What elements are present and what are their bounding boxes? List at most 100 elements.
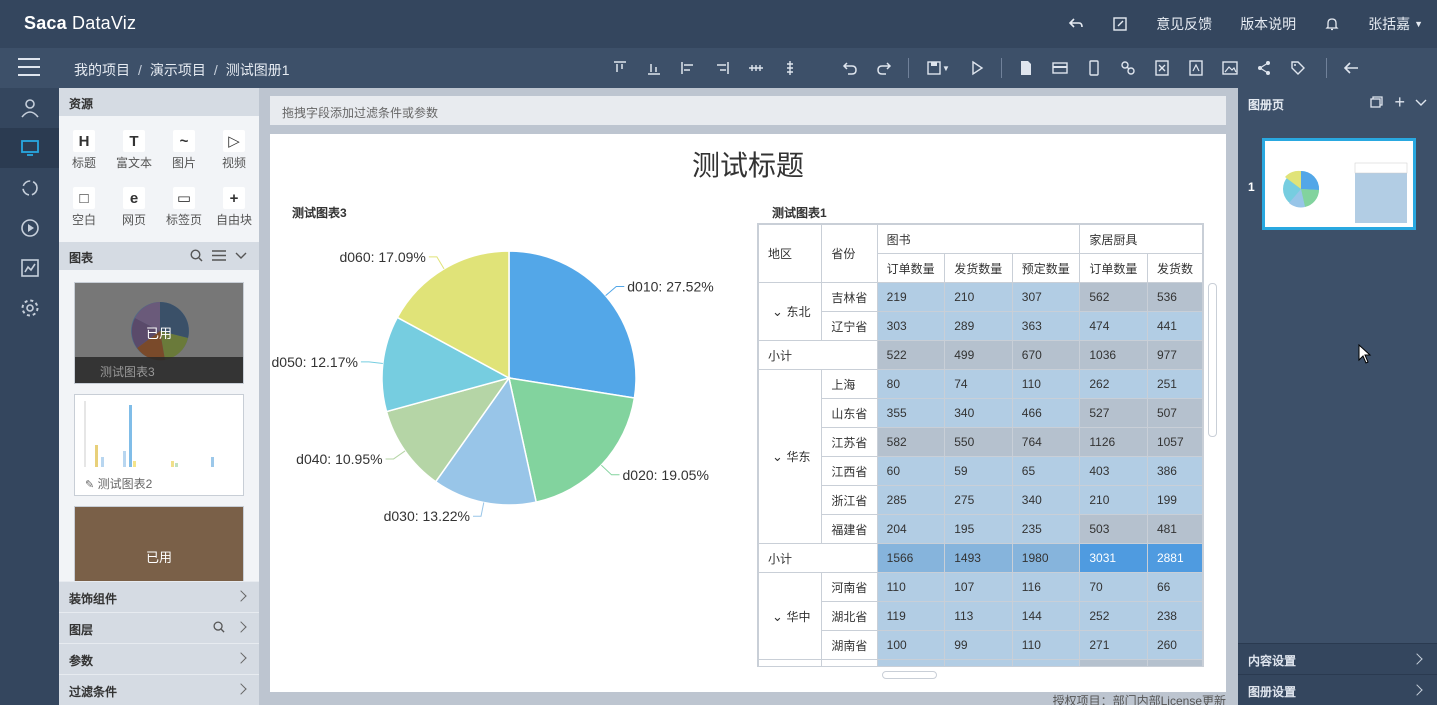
save-icon[interactable]: ▼ <box>923 58 953 78</box>
value-cell[interactable]: 481 <box>1146 514 1203 544</box>
value-cell[interactable]: 251 <box>1146 369 1203 399</box>
value-cell[interactable]: 195 <box>944 514 1013 544</box>
menu-toggle-icon[interactable] <box>18 58 40 78</box>
value-cell[interactable]: 285 <box>876 485 946 515</box>
value-cell[interactable]: 527 <box>1079 398 1148 428</box>
filter-dropzone[interactable]: 拖拽字段添加过滤条件或参数 <box>270 96 1226 125</box>
region-cell[interactable]: ⌄ 东北 <box>758 282 823 341</box>
chevron-down-icon[interactable] <box>235 249 247 264</box>
measure-header[interactable]: 订单数量 <box>876 253 946 283</box>
list-icon[interactable] <box>212 249 226 265</box>
breadcrumb-item[interactable]: 我的项目 <box>74 62 130 78</box>
value-cell[interactable]: 204 <box>876 514 946 544</box>
province-cell[interactable]: 上海 <box>821 369 878 399</box>
add-page-icon[interactable]: + <box>1394 93 1405 111</box>
region-header[interactable]: 地区 <box>758 224 823 283</box>
value-cell[interactable]: 210 <box>944 282 1013 312</box>
chart-thumbnail[interactable]: 已用 测试图表3 <box>74 282 244 384</box>
value-cell[interactable] <box>1079 659 1148 666</box>
value-cell[interactable]: 275 <box>944 485 1013 515</box>
edit-icon[interactable] <box>1112 16 1128 32</box>
chart-thumbnail[interactable]: 已用 <box>74 506 244 582</box>
value-cell[interactable]: 403 <box>1079 456 1148 486</box>
content-settings-section[interactable]: 内容设置 <box>1238 643 1437 674</box>
value-cell[interactable]: 210 <box>1079 485 1148 515</box>
chart-nav-icon[interactable] <box>0 248 59 288</box>
layers-section[interactable]: 图层 <box>59 612 259 643</box>
report-canvas[interactable]: 测试标题 测试图表3 测试图表1 d010: 27.52% d020: 19.05… <box>270 134 1226 692</box>
value-cell[interactable]: 119 <box>876 601 946 631</box>
report-title[interactable]: 测试标题 <box>270 144 1226 184</box>
subtotal-cell[interactable]: 1980 <box>1011 543 1081 573</box>
subtotal-cell[interactable]: 977 <box>1146 340 1203 370</box>
subtotal-cell[interactable]: 499 <box>944 340 1013 370</box>
value-cell[interactable]: 252 <box>1079 601 1148 631</box>
value-cell[interactable]: 100 <box>876 630 946 660</box>
subtotal-label[interactable]: 小计 <box>758 340 878 370</box>
value-cell[interactable]: 66 <box>1146 572 1203 602</box>
subtotal-cell[interactable]: 1036 <box>1079 340 1148 370</box>
align-right-icon[interactable] <box>712 58 732 78</box>
pdf-icon[interactable] <box>1186 58 1206 78</box>
card-icon[interactable] <box>1050 58 1070 78</box>
play-icon[interactable] <box>967 58 987 78</box>
distribute-horizontal-icon[interactable] <box>746 58 766 78</box>
value-cell[interactable]: 260 <box>1146 630 1203 660</box>
pie-slice-d010[interactable] <box>508 250 637 399</box>
feedback-link[interactable]: 意见反馈 <box>1156 14 1212 34</box>
excel-icon[interactable] <box>1152 58 1172 78</box>
align-left-icon[interactable] <box>678 58 698 78</box>
monitor-nav-icon[interactable] <box>0 128 59 168</box>
value-cell[interactable]: 503 <box>1079 514 1148 544</box>
chart-thumbnail[interactable]: ✎ 测试图表2 <box>74 394 244 496</box>
distribute-vertical-icon[interactable] <box>780 58 800 78</box>
page-thumbnail[interactable] <box>1262 138 1416 230</box>
pie-chart[interactable]: d010: 27.52% d020: 19.05% d030: 13.22% d040… <box>270 212 740 692</box>
value-cell[interactable]: 144 <box>1011 601 1081 631</box>
value-cell[interactable] <box>758 659 823 666</box>
value-cell[interactable]: 507 <box>1146 398 1203 428</box>
value-cell[interactable]: 363 <box>1011 311 1081 341</box>
province-cell[interactable]: 辽宁省 <box>821 311 878 341</box>
subtotal-cell[interactable]: 2881 <box>1146 543 1203 573</box>
breadcrumb-item[interactable]: 演示项目 <box>150 62 206 78</box>
value-cell[interactable]: 550 <box>944 427 1013 457</box>
chevron-down-icon[interactable] <box>1415 96 1427 111</box>
subtotal-cell[interactable]: 1493 <box>944 543 1013 573</box>
copy-page-icon[interactable] <box>1370 96 1383 112</box>
value-cell[interactable] <box>1146 659 1203 666</box>
value-cell[interactable] <box>821 659 878 666</box>
subtotal-cell[interactable]: 522 <box>876 340 946 370</box>
value-cell[interactable]: 289 <box>944 311 1013 341</box>
value-cell[interactable]: 466 <box>1011 398 1081 428</box>
horizontal-scrollbar[interactable] <box>882 671 937 679</box>
tag-icon[interactable] <box>1288 58 1308 78</box>
user-nav-icon[interactable] <box>0 88 59 128</box>
value-cell[interactable]: 235 <box>1011 514 1081 544</box>
value-cell[interactable]: 271 <box>1079 630 1148 660</box>
back-icon[interactable] <box>1341 58 1361 78</box>
province-cell[interactable]: 江苏省 <box>821 427 878 457</box>
subtotal-cell[interactable]: 3031 <box>1079 543 1148 573</box>
value-cell[interactable]: 340 <box>1011 485 1081 515</box>
value-cell[interactable]: 307 <box>1011 282 1081 312</box>
document-icon[interactable] <box>1016 58 1036 78</box>
province-cell[interactable]: 湖南省 <box>821 630 878 660</box>
value-cell[interactable]: 582 <box>876 427 946 457</box>
resource-item[interactable]: ~ 图片 <box>159 126 209 181</box>
collapse-chevron-icon[interactable]: ⌄ <box>772 304 787 319</box>
province-cell[interactable]: 山东省 <box>821 398 878 428</box>
group-header[interactable]: 图书 <box>876 224 1081 254</box>
value-cell[interactable]: 99 <box>944 630 1013 660</box>
undo-icon[interactable] <box>840 58 860 78</box>
filters-section[interactable]: 过滤条件 <box>59 674 259 705</box>
subtotal-label[interactable]: 小计 <box>758 543 878 573</box>
value-cell[interactable]: 60 <box>876 456 946 486</box>
group-header[interactable]: 家居厨具 <box>1079 224 1203 254</box>
bell-icon[interactable] <box>1324 16 1340 32</box>
province-header[interactable]: 省份 <box>821 224 878 283</box>
resource-item[interactable]: T 富文本 <box>109 126 159 181</box>
value-cell[interactable]: 110 <box>1011 369 1081 399</box>
province-cell[interactable]: 江西省 <box>821 456 878 486</box>
resource-item[interactable]: ▭ 标签页 <box>159 183 209 238</box>
